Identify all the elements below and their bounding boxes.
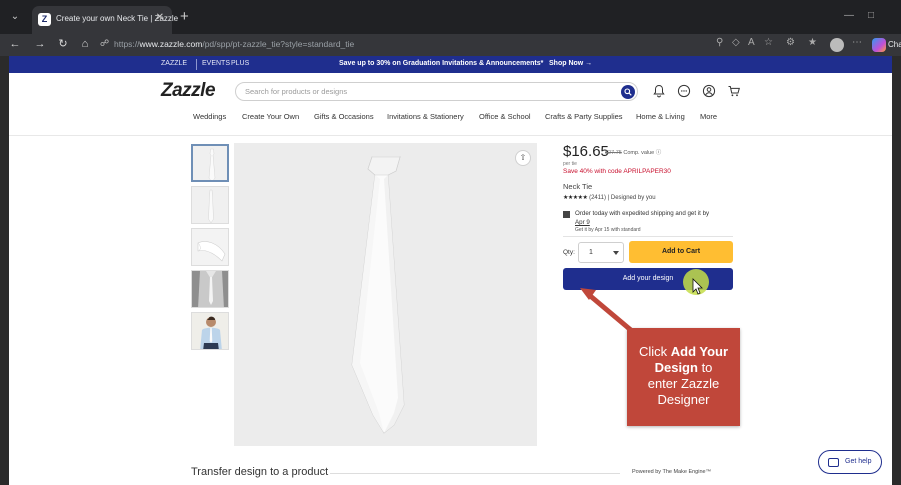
tie-on-shirt-thumbnail-image	[192, 271, 228, 307]
get-help-label: Get help	[845, 458, 872, 465]
share-icon[interactable]: ⇧	[515, 150, 531, 166]
shipping-date-link[interactable]: Apr 9	[575, 219, 590, 226]
tutorial-arrow-icon	[580, 288, 634, 333]
cursor-highlight	[683, 269, 709, 295]
search-button[interactable]	[621, 85, 635, 99]
nav-create-your-own[interactable]: Create Your Own	[242, 112, 299, 121]
browser-tab-bar: ⌄ Z Create your own Neck Tie | Zazzle ✕ …	[0, 0, 901, 34]
nav-gifts-occasions[interactable]: Gifts & Occasions	[314, 112, 374, 121]
thumbnail-shirt[interactable]	[191, 270, 229, 308]
tab-list-chevron-icon[interactable]: ⌄	[8, 10, 22, 24]
product-name: Neck Tie	[563, 182, 593, 191]
product-rating[interactable]: ★★★★★ (2411) | Designed by you	[563, 194, 656, 201]
thumbnail-front[interactable]	[191, 144, 229, 182]
lock-icon: ☍	[100, 38, 110, 48]
nav-office-school[interactable]: Office & School	[479, 112, 531, 121]
url-text: https://www.zazzle.com/pd/spp/pt-zazzle_…	[114, 39, 355, 49]
promo-plus-link[interactable]: PLUS	[231, 60, 249, 67]
tie-back-thumbnail-image	[192, 187, 228, 223]
promo-code-text: Save 40% with code APRILPAPER30	[563, 168, 671, 175]
browser-tab[interactable]: Z Create your own Neck Tie | Zazzle ✕	[32, 6, 178, 34]
back-icon[interactable]: ←	[8, 37, 22, 51]
promo-message[interactable]: Save up to 30% on Graduation Invitations…	[339, 60, 543, 67]
more-menu-icon[interactable]: ⋯	[852, 37, 862, 48]
main-product-image: ⇧	[234, 143, 537, 446]
chat-icon[interactable]	[676, 83, 692, 99]
tie-folded-thumbnail-image	[192, 229, 228, 265]
neck-tie-image	[234, 143, 537, 446]
quantity-select[interactable]: 1	[578, 242, 624, 263]
copilot-icon	[872, 38, 886, 52]
nav-invitations-stationery[interactable]: Invitations & Stationery	[387, 112, 464, 121]
nav-home-living[interactable]: Home & Living	[636, 112, 685, 121]
new-tab-icon[interactable]: +	[180, 9, 189, 24]
transfer-divider	[330, 473, 620, 474]
nav-more[interactable]: More	[700, 112, 717, 121]
info-divider	[563, 236, 733, 237]
zazzle-logo[interactable]: Zazzle	[161, 80, 216, 102]
compare-value: $27.75 Comp. value ⓘ	[605, 150, 662, 156]
rating-stars-icon: ★★★★★	[563, 195, 588, 201]
standard-shipping-text: Get it by Apr 15 with standard	[575, 227, 641, 233]
tie-thumbnail-image	[193, 146, 227, 180]
shop-now-link[interactable]: Shop Now →	[549, 60, 592, 67]
thumbnail-back[interactable]	[191, 186, 229, 224]
search-icon	[624, 88, 632, 96]
search-bar[interactable]: Search for products or designs	[235, 82, 638, 101]
address-bar[interactable]: ☍ https://www.zazzle.com/pd/spp/pt-zazzl…	[100, 37, 700, 53]
header-divider	[9, 135, 892, 136]
tutorial-callout-text: Click Add Your Design to enter Zazzle De…	[638, 344, 729, 407]
thumbnail-folded[interactable]	[191, 228, 229, 266]
promo-bar: ZAZZLE EVENTS PLUS Save up to 30% on Gra…	[9, 56, 892, 73]
home-icon[interactable]: ⌂	[78, 37, 92, 51]
get-help-button[interactable]: Get help	[818, 450, 882, 474]
promo-events-link[interactable]: EVENTS	[202, 60, 230, 67]
password-icon[interactable]: ◇	[732, 37, 740, 48]
zoom-icon[interactable]: ⚲	[716, 37, 723, 48]
thumbnail-model[interactable]	[191, 312, 229, 350]
qty-label: Qty:	[563, 249, 575, 256]
product-price: $16.65	[563, 143, 609, 160]
powered-by-text: Powered by The Make Engine™	[632, 469, 712, 475]
favorite-star-icon[interactable]: ☆	[764, 37, 773, 48]
zazzle-favicon-icon: Z	[38, 13, 51, 26]
forward-icon[interactable]: →	[33, 37, 47, 51]
transfer-design-heading: Transfer design to a product	[191, 466, 329, 478]
category-nav: Weddings Create Your Own Gifts & Occasio…	[0, 112, 901, 126]
add-to-cart-button[interactable]: Add to Cart	[629, 241, 733, 263]
refresh-icon[interactable]: ↻	[56, 37, 70, 51]
shipping-text: Order today with expedited shipping and …	[575, 210, 710, 217]
promo-zazzle-link[interactable]: ZAZZLE	[161, 60, 187, 67]
profile-avatar[interactable]	[830, 38, 844, 52]
gift-icon	[563, 211, 570, 218]
tab-close-icon[interactable]: ✕	[156, 12, 164, 23]
copilot-button[interactable]: Cha	[872, 37, 901, 53]
per-unit-label: per tie	[563, 161, 577, 167]
bell-icon[interactable]	[651, 83, 667, 99]
minimize-icon[interactable]: —	[844, 10, 854, 21]
cart-icon[interactable]	[726, 83, 742, 99]
maximize-icon[interactable]: □	[868, 10, 874, 21]
tie-model-thumbnail-image	[192, 313, 228, 349]
search-placeholder: Search for products or designs	[245, 87, 348, 96]
tutorial-callout: Click Add Your Design to enter Zazzle De…	[627, 328, 740, 426]
chevron-down-icon	[613, 251, 619, 255]
browser-toolbar: ← → ↻ ⌂ ☍ https://www.zazzle.com/pd/spp/…	[0, 34, 901, 56]
account-icon[interactable]	[701, 83, 717, 99]
nav-crafts-party[interactable]: Crafts & Party Supplies	[545, 112, 623, 121]
help-chat-icon	[828, 458, 839, 467]
copilot-label: Cha	[888, 40, 901, 49]
quantity-value: 1	[589, 249, 593, 256]
promo-divider	[196, 59, 197, 70]
extensions-icon[interactable]: ⚙	[786, 37, 795, 48]
nav-weddings[interactable]: Weddings	[193, 112, 226, 121]
read-aloud-icon[interactable]: A	[748, 37, 755, 48]
favorites-icon[interactable]: ★	[808, 37, 817, 48]
